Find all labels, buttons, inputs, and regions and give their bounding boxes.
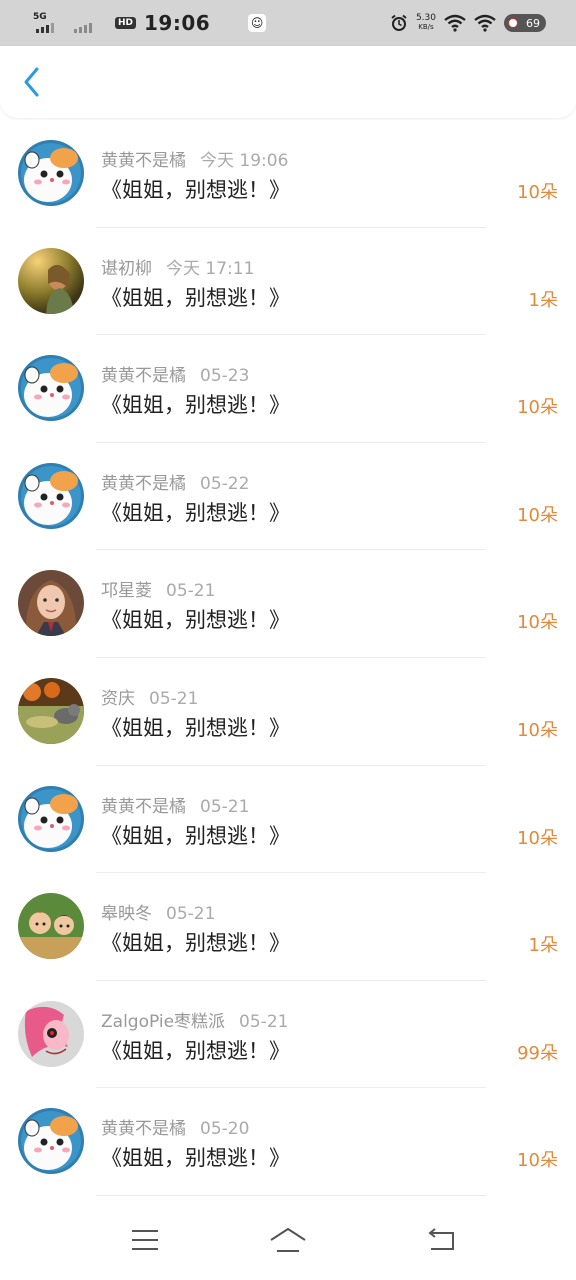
list-item[interactable]: 黄黄不是橘 今天 19:06 《姐姐，别想逃！》 10朵 xyxy=(0,120,576,228)
avatar[interactable] xyxy=(18,1000,84,1067)
home-button[interactable] xyxy=(268,1220,308,1260)
timestamp: 05-20 xyxy=(200,1119,250,1140)
avatar[interactable] xyxy=(18,355,84,422)
book-title: 《姐姐，别想逃！》 xyxy=(101,178,290,202)
back-button[interactable] xyxy=(14,64,50,100)
user-name[interactable]: 谌初柳 xyxy=(101,259,152,279)
book-title: 《姐姐，别想逃！》 xyxy=(101,931,290,956)
item-meta: 资庆 05-21 xyxy=(101,684,198,709)
home-icon xyxy=(270,1227,306,1252)
book-title: 《姐姐，别想逃！》 xyxy=(101,393,290,418)
list-item[interactable]: 邛星菱 05-21 《姐姐，别想逃！》 10朵 xyxy=(0,550,576,658)
timestamp: 05-21 xyxy=(166,904,216,925)
timestamp: 今天 19:06 xyxy=(200,151,289,171)
item-meta: 皋映冬 05-21 xyxy=(101,899,215,924)
gift-count: 10朵 xyxy=(517,504,558,526)
item-meta: 黄黄不是橘 05-20 xyxy=(101,1114,249,1139)
timestamp: 05-21 xyxy=(166,581,216,602)
secondary-signal-icon xyxy=(71,13,93,33)
gift-count: 10朵 xyxy=(517,397,558,419)
book-title: 《姐姐，别想逃！》 xyxy=(101,608,290,633)
menu-icon xyxy=(132,1230,158,1250)
avatar[interactable] xyxy=(18,462,84,529)
avatar[interactable] xyxy=(18,140,84,206)
book-title: 《姐姐，别想逃！》 xyxy=(101,285,290,310)
menu-button[interactable] xyxy=(125,1220,165,1260)
status-bar: 5G HD 19:06 ☺ 5.30 KB/s 69 xyxy=(0,0,576,46)
network-speed: 5.30 KB/s xyxy=(415,13,436,32)
cellular-signal-icon: 5G xyxy=(33,12,55,33)
avatar[interactable] xyxy=(18,893,84,960)
avatar[interactable] xyxy=(18,1108,84,1175)
gift-count: 1朵 xyxy=(528,289,558,311)
gift-count: 10朵 xyxy=(517,827,558,849)
item-meta: 黄黄不是橘 05-23 xyxy=(101,361,249,386)
list-item[interactable]: 黄黄不是橘 05-21 《姐姐，别想逃！》 10朵 xyxy=(0,766,576,874)
app-notification-icon: ☺ xyxy=(248,14,267,32)
list-item[interactable]: 黄黄不是橘 05-22 《姐姐，别想逃！》 10朵 xyxy=(0,443,576,551)
wifi-icon xyxy=(444,14,466,32)
alarm-icon xyxy=(391,14,407,31)
timestamp: 05-22 xyxy=(200,473,250,494)
item-meta: 谌初柳 今天 17:11 xyxy=(101,254,254,279)
item-meta: 黄黄不是橘 05-21 xyxy=(101,792,249,817)
book-title: 《姐姐，别想逃！》 xyxy=(101,500,290,525)
user-name[interactable]: 黄黄不是橘 xyxy=(101,366,186,386)
chevron-left-icon xyxy=(24,67,39,97)
timestamp: 05-21 xyxy=(200,796,250,817)
book-title: 《姐姐，别想逃！》 xyxy=(101,1146,290,1171)
gift-count: 99朵 xyxy=(517,1042,558,1064)
list-item[interactable]: 黄黄不是橘 05-23 《姐姐，别想逃！》 10朵 xyxy=(0,335,576,443)
user-name[interactable]: 黄黄不是橘 xyxy=(101,1119,186,1139)
gift-count: 10朵 xyxy=(517,612,558,634)
user-name[interactable]: 黄黄不是橘 xyxy=(101,797,186,817)
gift-record-list: 黄黄不是橘 今天 19:06 《姐姐，别想逃！》 10朵 谌初柳 今天 17:11 《姐姐，… xyxy=(0,120,576,1196)
item-meta: 黄黄不是橘 今天 19:06 xyxy=(101,146,288,171)
user-name[interactable]: ZalgoPie枣糕派 xyxy=(101,1012,225,1032)
avatar[interactable] xyxy=(18,677,84,744)
avatar[interactable] xyxy=(18,247,84,314)
wifi-icon-2 xyxy=(474,14,496,32)
timestamp: 05-21 xyxy=(239,1011,289,1032)
book-title: 《姐姐，别想逃！》 xyxy=(101,1038,290,1063)
system-nav-bar xyxy=(0,1196,576,1280)
timestamp: 05-23 xyxy=(200,366,250,387)
status-time: 19:06 xyxy=(144,11,211,35)
list-item[interactable]: ZalgoPie枣糕派 05-21 《姐姐，别想逃！》 99朵 xyxy=(0,981,576,1089)
timestamp: 05-21 xyxy=(149,688,199,709)
user-name[interactable]: 资庆 xyxy=(101,689,135,709)
list-item[interactable]: 资庆 05-21 《姐姐，别想逃！》 10朵 xyxy=(0,658,576,766)
list-item[interactable]: 谌初柳 今天 17:11 《姐姐，别想逃！》 1朵 xyxy=(0,228,576,336)
gift-count: 10朵 xyxy=(517,182,558,203)
list-item[interactable]: 黄黄不是橘 05-20 《姐姐，别想逃！》 10朵 xyxy=(0,1088,576,1196)
book-title: 《姐姐，别想逃！》 xyxy=(101,823,290,848)
gift-count: 10朵 xyxy=(517,1150,558,1172)
timestamp: 今天 17:11 xyxy=(166,258,255,279)
user-name[interactable]: 邛星菱 xyxy=(101,581,152,601)
battery-icon: 69 xyxy=(504,14,546,32)
hd-badge: HD xyxy=(115,17,137,29)
item-meta: 邛星菱 05-21 xyxy=(101,576,215,601)
list-item[interactable]: 皋映冬 05-21 《姐姐，别想逃！》 1朵 xyxy=(0,873,576,981)
user-name[interactable]: 黄黄不是橘 xyxy=(101,474,186,494)
item-meta: ZalgoPie枣糕派 05-21 xyxy=(101,1007,288,1032)
gift-count: 1朵 xyxy=(528,935,558,957)
user-name[interactable]: 黄黄不是橘 xyxy=(101,151,186,171)
user-name[interactable]: 皋映冬 xyxy=(101,904,152,924)
back-icon xyxy=(428,1228,454,1250)
item-meta: 黄黄不是橘 05-22 xyxy=(101,469,249,494)
system-back-button[interactable] xyxy=(420,1220,460,1260)
book-title: 《姐姐，别想逃！》 xyxy=(101,715,290,740)
avatar[interactable] xyxy=(18,570,84,637)
page-header xyxy=(0,46,576,118)
avatar[interactable] xyxy=(18,785,84,852)
gift-count: 10朵 xyxy=(517,719,558,741)
